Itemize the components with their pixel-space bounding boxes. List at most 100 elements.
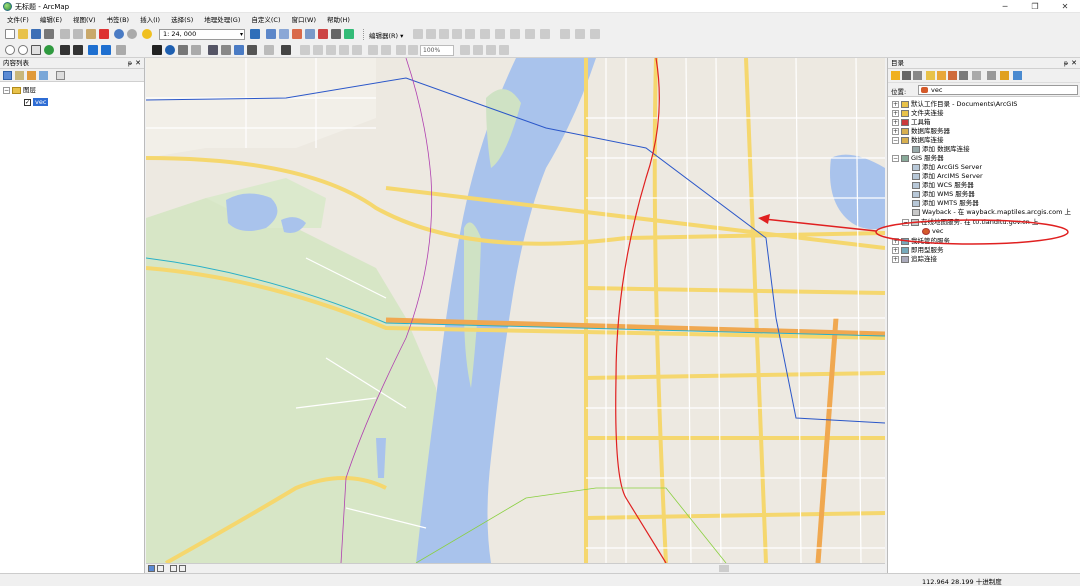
menu-edit[interactable]: 编辑(E) [36,13,66,27]
fixed-zoom-layout-icon[interactable] [368,45,378,55]
catalog-item-toolboxes[interactable]: + 工具箱 [892,118,931,127]
menu-insert[interactable]: 插入(I) [136,13,164,27]
zoom-in-icon[interactable] [5,45,15,55]
toggle-contents-icon[interactable] [959,71,968,80]
toolbar-grip[interactable] [363,29,365,40]
zoom-100-icon[interactable] [352,45,362,55]
print-icon[interactable] [44,29,54,39]
menu-selection[interactable]: 选择(S) [167,13,197,27]
zoom-out-icon[interactable] [18,45,28,55]
data-view-icon[interactable] [148,565,155,572]
catalog-item-add-wms-server[interactable]: 添加 WMS 服务器 [912,190,975,199]
connect-folder-icon[interactable] [948,71,957,80]
fixed-zoom-out-icon[interactable] [73,45,83,55]
pan-icon[interactable] [31,45,41,55]
expander-icon[interactable]: − [902,218,909,226]
fixed-zoom-in-icon[interactable] [60,45,70,55]
cut-icon[interactable] [60,29,70,39]
create-viewer-icon[interactable] [264,45,274,55]
location-combobox[interactable]: vec [918,85,1078,95]
layout-zoom-in-icon[interactable] [300,45,310,55]
catalog-item-add-arcims-server[interactable]: 添加 ArcIMS Server [912,172,983,181]
add-data-icon[interactable] [142,29,152,39]
catalog-item-add-db-connection[interactable]: 添加 数据库连接 [912,145,970,154]
layout-forward-icon[interactable] [408,45,418,55]
edit-annotation-icon[interactable] [426,29,436,39]
catalog-item-vec-layer[interactable]: vec [922,227,943,236]
maximize-button[interactable]: ❐ [1020,0,1050,13]
curve-icon[interactable] [452,29,462,39]
back-icon[interactable] [88,45,98,55]
scroll-left-icon[interactable] [190,565,197,572]
change-layout-icon[interactable] [486,45,496,55]
measure-icon[interactable] [191,45,201,55]
catalog-item-tracking[interactable]: + 追踪连接 [892,255,937,264]
horizontal-scrollbar[interactable] [719,565,729,572]
catalog-window-icon[interactable] [292,29,302,39]
catalog-item-tianditu-server[interactable]: − 在线地图服务. 在 t0.tianditu.gov.cn 上 [902,218,1038,227]
menu-file[interactable]: 文件(F) [3,13,33,27]
expander-icon[interactable]: + [892,127,899,135]
catalog-item-database-connections[interactable]: − 数据库连接 [892,136,944,145]
close-icon[interactable]: ✕ [135,58,141,69]
home-icon[interactable] [937,71,946,80]
layout-zoom-combobox[interactable]: 100% [420,45,454,56]
editor-toolbar-icon[interactable] [250,29,260,39]
rotate-icon[interactable] [525,29,535,39]
open-icon[interactable] [18,29,28,39]
undo-icon[interactable] [114,29,124,39]
html-popup-icon[interactable] [221,45,231,55]
expander-icon[interactable]: − [892,154,899,162]
layout-back-icon[interactable] [396,45,406,55]
identify-icon[interactable] [165,45,175,55]
search-window-icon[interactable] [305,29,315,39]
catalog-item-add-wcs-server[interactable]: 添加 WCS 服务器 [912,181,974,190]
menu-view[interactable]: 视图(V) [69,13,100,27]
back-icon[interactable] [891,71,900,80]
forward-icon[interactable] [101,45,111,55]
python-icon[interactable] [331,29,341,39]
edit-tool-icon[interactable] [413,29,423,39]
close-icon[interactable]: ✕ [1071,58,1077,69]
menu-bookmarks[interactable]: 书签(B) [103,13,134,27]
delete-icon[interactable] [99,29,109,39]
layout-view-icon[interactable] [157,565,164,572]
hyperlink-icon[interactable] [208,45,218,55]
select-icon[interactable] [152,45,162,55]
arctoolbox-icon[interactable] [318,29,328,39]
map-display[interactable] [146,58,885,563]
time-slider-icon[interactable] [247,45,257,55]
create-features-icon[interactable] [575,29,585,39]
catalog-item-my-hosted-services[interactable]: + 我托管的服务 [892,237,950,246]
list-by-selection-icon[interactable] [39,71,48,80]
pause-drawing-icon[interactable] [179,565,186,572]
launch-arccatalog-icon[interactable] [1000,71,1009,80]
layout-zoom-out-icon[interactable] [313,45,323,55]
straight-segment-icon[interactable] [439,29,449,39]
find-icon[interactable] [178,45,188,55]
minimize-button[interactable]: ─ [990,0,1020,13]
catalog-item-gis-servers[interactable]: − GIS 服务器 [892,154,944,163]
catalog-item-database-servers[interactable]: + 数据库服务器 [892,127,950,136]
back-dropdown-icon[interactable] [902,71,911,80]
split-icon[interactable] [480,29,490,39]
expander-icon[interactable]: − [3,86,10,94]
options-icon[interactable] [56,71,65,80]
sketch-properties-icon[interactable] [560,29,570,39]
modelbuilder-icon[interactable] [344,29,354,39]
layers-group-row[interactable]: − 图层 [3,86,36,95]
layout-pan-icon[interactable] [326,45,336,55]
refresh-icon[interactable] [170,565,177,572]
list-by-drawing-order-icon[interactable] [3,71,12,80]
catalog-item-wayback[interactable]: Wayback - 在 wayback.maptiles.arcgis.com … [912,208,1071,217]
menu-geoprocessing[interactable]: 地理处理(G) [200,13,244,27]
map-scale-combobox[interactable]: 1: 24, 000 ▾ [159,29,245,40]
menu-windows[interactable]: 窗口(W) [288,13,321,27]
editor-menu-button[interactable]: 编辑器(R) ▾ [369,30,403,40]
save-icon[interactable] [31,29,41,39]
toggle-draft-icon[interactable] [460,45,470,55]
expander-icon[interactable]: + [892,100,899,108]
toc-window-icon[interactable] [279,29,289,39]
focus-data-frame-icon[interactable] [473,45,483,55]
list-by-source-icon[interactable] [15,71,24,80]
